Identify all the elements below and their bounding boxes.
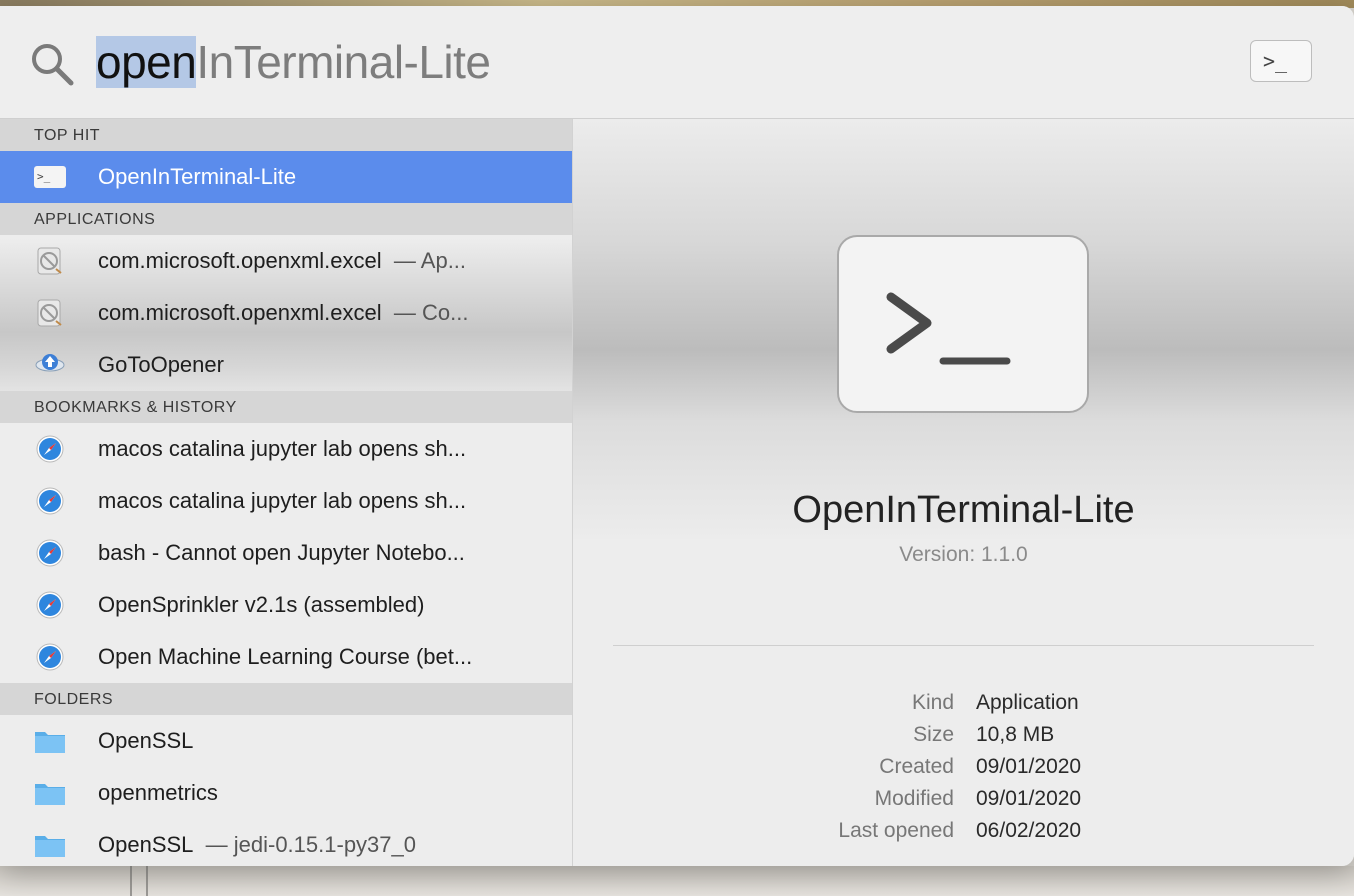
search-input[interactable]: openInTerminal-Lite: [96, 32, 491, 92]
spotlight-window: openInTerminal-Lite >_ TOP HIT >_ OpenIn…: [0, 6, 1354, 866]
safari-icon: [36, 591, 64, 619]
meta-key: Modified: [874, 787, 954, 810]
result-row-folder[interactable]: openmetrics: [0, 767, 572, 819]
result-label: OpenSSL: [98, 832, 194, 857]
result-label: com.microsoft.openxml.excel: [98, 248, 382, 273]
meta-value: 09/01/2020: [976, 787, 1082, 810]
section-header-top-hit: TOP HIT: [0, 119, 572, 151]
preview-app-name: OpenInTerminal-Lite: [792, 489, 1135, 531]
preview-pane: OpenInTerminal-Lite Version: 1.1.0 Kind …: [573, 119, 1354, 866]
meta-key: Size: [913, 723, 954, 746]
result-label: openmetrics: [98, 780, 218, 805]
meta-row-last-opened: Last opened 06/02/2020: [573, 819, 1354, 851]
search-bar: openInTerminal-Lite >_: [0, 6, 1354, 119]
section-header-bookmarks-history: BOOKMARKS & HISTORY: [0, 391, 572, 423]
result-label: OpenSSL: [98, 728, 194, 753]
terminal-prompt-icon: [886, 292, 1011, 365]
result-row-bookmark[interactable]: Open Machine Learning Course (bet...: [0, 631, 572, 683]
terminal-prompt-icon: >_: [1263, 49, 1288, 73]
meta-key: Created: [879, 755, 954, 778]
meta-key: Last opened: [838, 819, 954, 842]
meta-value: 06/02/2020: [976, 819, 1082, 842]
result-row-application[interactable]: com.microsoft.openxml.excel — Ap...: [0, 235, 572, 287]
section-header-applications: APPLICATIONS: [0, 203, 572, 235]
folder-icon: [35, 836, 65, 857]
result-row-folder[interactable]: OpenSSL: [0, 715, 572, 767]
meta-row-kind: Kind Application: [573, 691, 1354, 723]
result-row-gotoopener[interactable]: GoToOpener: [0, 339, 572, 391]
folder-icon: [35, 732, 65, 753]
result-row-bookmark[interactable]: macos catalina jupyter lab opens sh...: [0, 423, 572, 475]
gotoopener-icon: [35, 354, 65, 372]
desktop-background: [0, 866, 1354, 896]
preview-app-version: Version: 1.1.0: [899, 543, 1028, 566]
result-sublabel: — Ap...: [393, 248, 467, 273]
result-row-application[interactable]: com.microsoft.openxml.excel — Co...: [0, 287, 572, 339]
meta-key: Kind: [911, 691, 954, 714]
section-header-folders: FOLDERS: [0, 683, 572, 715]
result-row-openinterminal-lite[interactable]: >_ OpenInTerminal-Lite: [0, 151, 572, 203]
open-terminal-button[interactable]: >_: [1250, 40, 1312, 82]
result-label: Open Machine Learning Course (bet...: [98, 644, 473, 669]
safari-icon: [36, 539, 64, 567]
result-label: OpenInTerminal-Lite: [98, 164, 297, 189]
meta-value: 09/01/2020: [976, 755, 1082, 778]
desktop-window-edge: [146, 866, 148, 896]
results-list: TOP HIT >_ OpenInTerminal-Lite APPLICATI…: [0, 119, 573, 866]
desktop-window-edge: [130, 866, 132, 896]
folder-icon: [35, 784, 65, 805]
result-label: macos catalina jupyter lab opens sh...: [98, 488, 467, 513]
prohibited-app-icon: [37, 299, 62, 327]
meta-row-modified: Modified 09/01/2020: [573, 787, 1354, 819]
result-label: OpenSprinkler v2.1s (assembled): [98, 592, 425, 617]
result-row-bookmark[interactable]: OpenSprinkler v2.1s (assembled): [0, 579, 572, 631]
meta-value: Application: [976, 691, 1079, 714]
result-label: com.microsoft.openxml.excel: [98, 300, 382, 325]
prohibited-app-icon: [37, 247, 62, 275]
result-sublabel: — jedi-0.15.1-py37_0: [205, 832, 416, 857]
meta-row-created: Created 09/01/2020: [573, 755, 1354, 787]
safari-icon: [36, 643, 64, 671]
safari-icon: [36, 487, 64, 515]
result-sublabel: — Co...: [393, 300, 469, 325]
meta-value: 10,8 MB: [976, 723, 1055, 746]
result-label: macos catalina jupyter lab opens sh...: [98, 436, 467, 461]
result-row-bookmark[interactable]: macos catalina jupyter lab opens sh...: [0, 475, 572, 527]
terminal-app-large-icon: [837, 235, 1089, 413]
safari-icon: [36, 435, 64, 463]
search-typed-text: open: [96, 36, 197, 88]
search-icon: [32, 44, 74, 86]
preview-divider: [613, 645, 1314, 646]
result-row-folder[interactable]: OpenSSL — jedi-0.15.1-py37_0: [0, 819, 572, 866]
result-label: GoToOpener: [98, 352, 224, 377]
result-label: bash - Cannot open Jupyter Notebo...: [98, 540, 465, 565]
meta-row-size: Size 10,8 MB: [573, 723, 1354, 755]
terminal-app-icon: >_: [34, 163, 66, 191]
search-autocomplete-text: InTerminal-Lite: [196, 36, 491, 88]
result-row-bookmark[interactable]: bash - Cannot open Jupyter Notebo...: [0, 527, 572, 579]
